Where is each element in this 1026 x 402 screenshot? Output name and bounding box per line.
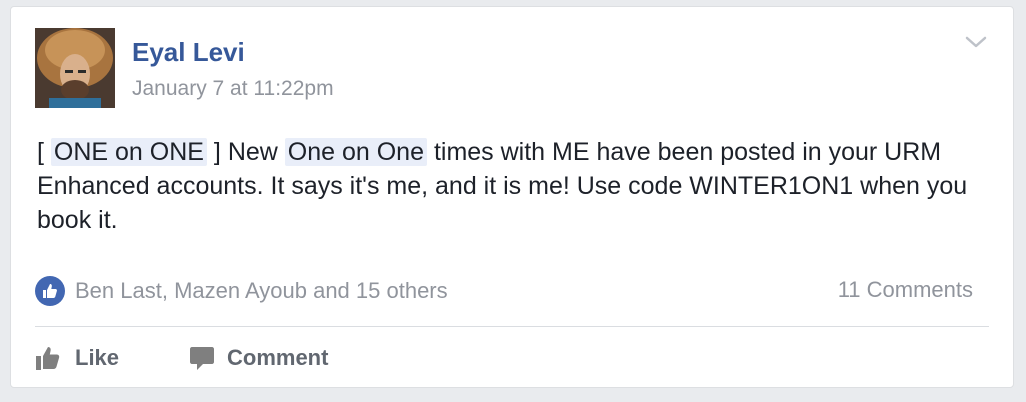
thumbs-up-icon xyxy=(35,345,63,371)
post-card: Eyal Levi January 7 at 11:22pm [ ONE on … xyxy=(10,6,1014,388)
divider xyxy=(35,326,989,327)
like-icon xyxy=(35,276,65,306)
post-timestamp[interactable]: January 7 at 11:22pm xyxy=(132,77,334,101)
open-bracket: [ xyxy=(37,138,44,166)
like-button[interactable]: Like xyxy=(35,341,119,375)
post-text: [ ONE on ONE ] New One on One times with… xyxy=(37,135,997,237)
reactions-summary[interactable]: Ben Last, Mazen Ayoub and 15 others xyxy=(35,275,448,307)
comment-button[interactable]: Comment xyxy=(189,341,328,375)
avatar[interactable] xyxy=(35,28,115,108)
hashtag-one-on-one[interactable]: ONE on ONE xyxy=(50,138,207,166)
comment-label: Comment xyxy=(227,345,329,370)
like-label: Like xyxy=(75,345,120,370)
post-text-segment: ] New xyxy=(213,138,278,166)
comment-icon xyxy=(189,345,215,371)
chevron-down-icon[interactable] xyxy=(963,33,989,51)
comments-count[interactable]: 11 Comments xyxy=(838,277,973,303)
hashtag-one-on-one-2[interactable]: One on One xyxy=(284,138,427,166)
reactors-list[interactable]: Ben Last, Mazen Ayoub and 15 others xyxy=(75,278,448,304)
author-name[interactable]: Eyal Levi xyxy=(132,37,245,68)
